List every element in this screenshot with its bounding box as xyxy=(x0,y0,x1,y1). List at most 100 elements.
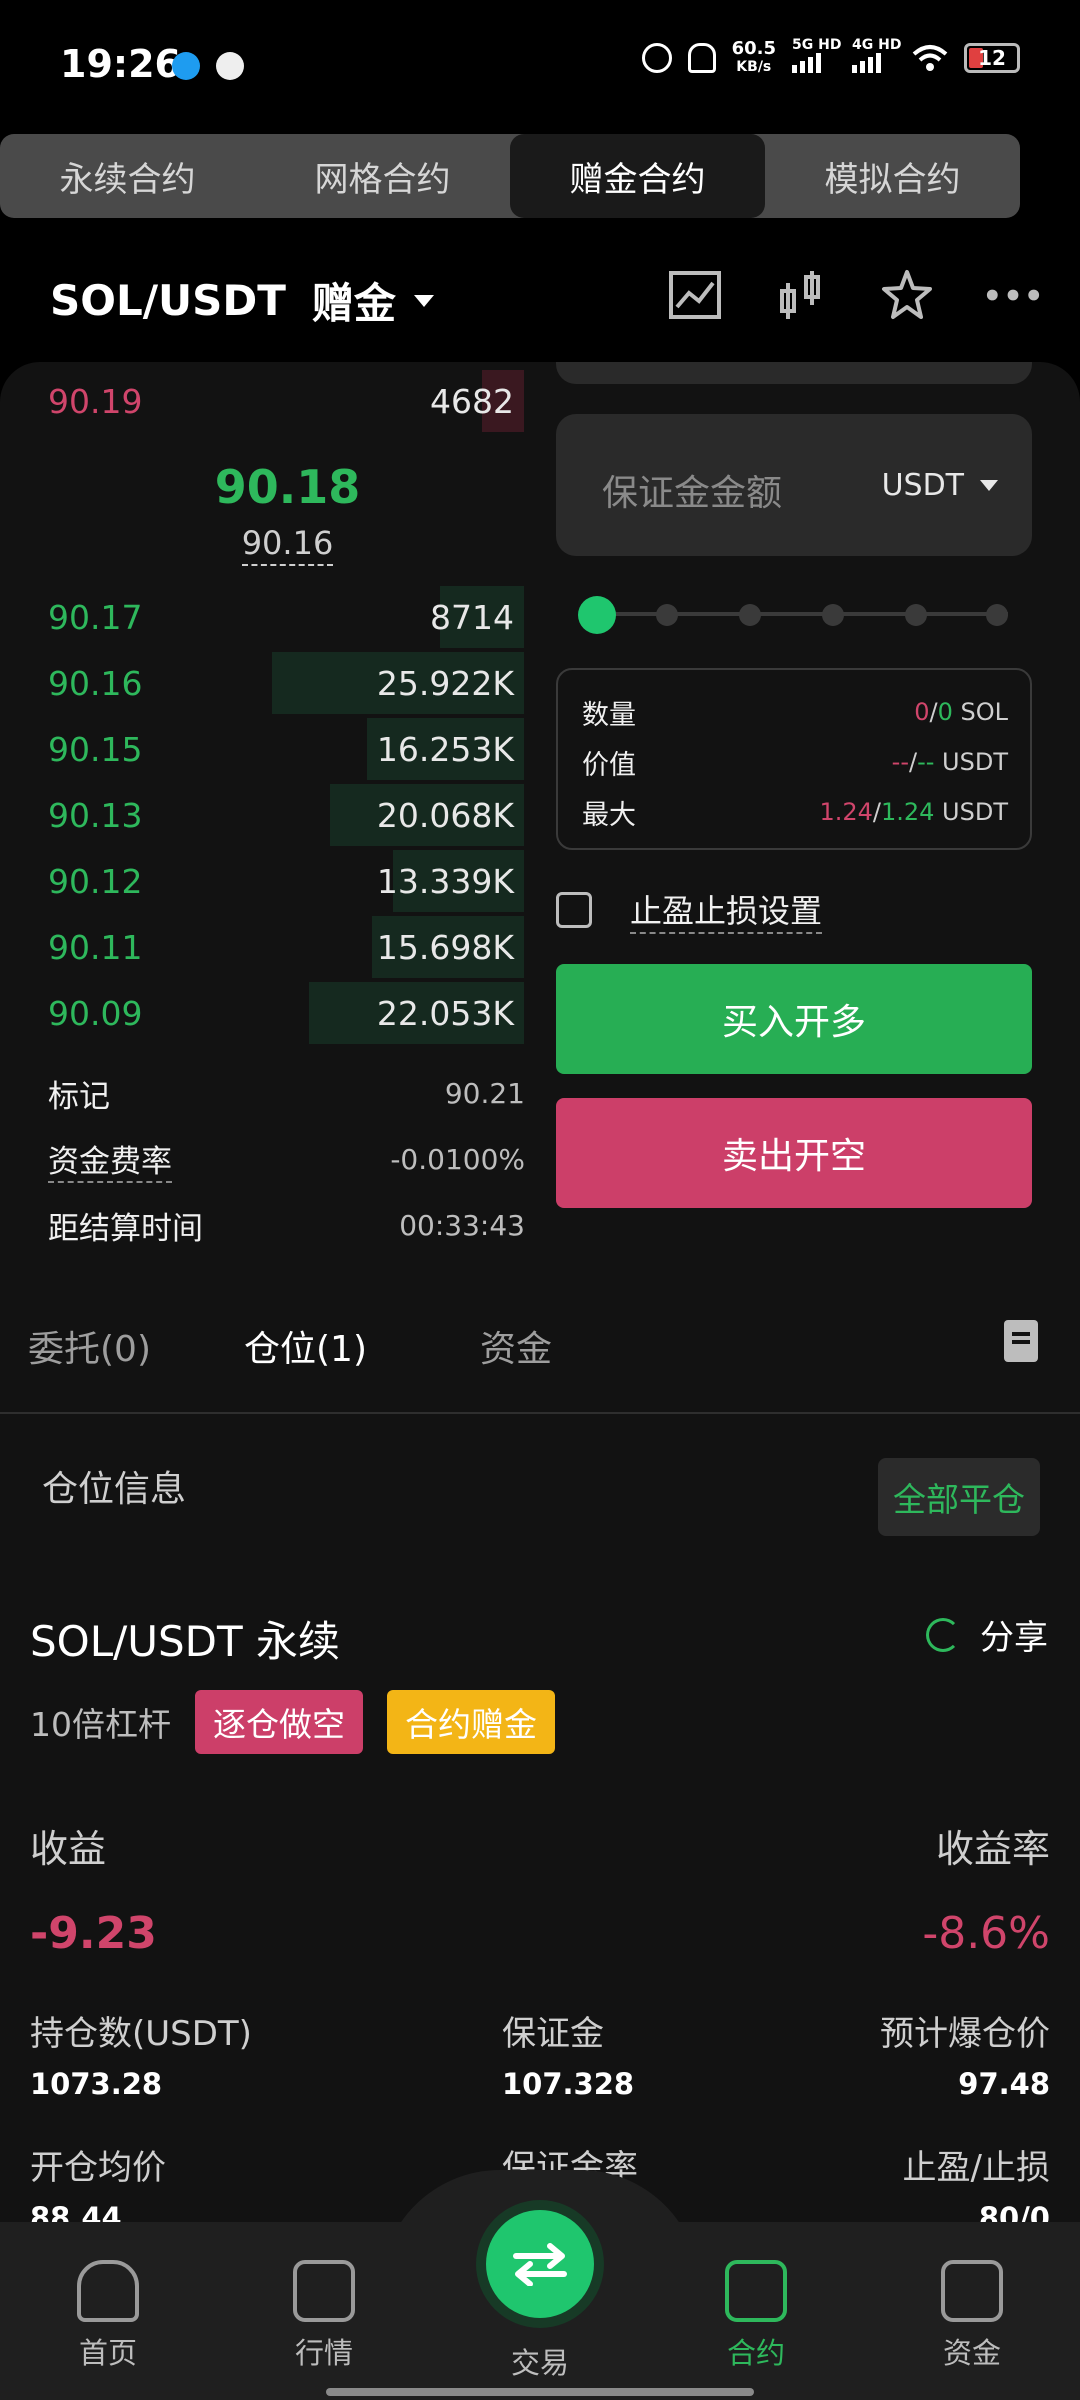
close-all-button[interactable]: 全部平仓 xyxy=(878,1458,1040,1536)
pair-selector[interactable]: SOL/USDT 赠金 xyxy=(50,270,434,331)
pair-header: SOL/USDT 赠金 xyxy=(0,250,1080,350)
status-bar: 19:26 60.5 KB/s 5G HD 4G HD 12 xyxy=(0,0,1080,130)
ask-row[interactable]: 90.19 4682 xyxy=(0,370,530,432)
tab-assets[interactable]: 资金 xyxy=(480,1320,552,1372)
max-value: 1.24/1.24 USDT xyxy=(819,798,1008,826)
position-card: 仓位信息 全部平仓 SOL/USDT 永续 分享 10倍杠杆 逐仓做空 合约赠金… xyxy=(0,1414,1080,2235)
nav-trade-label: 交易 xyxy=(510,2346,569,2380)
nav-market[interactable]: 行情 xyxy=(244,2260,404,2372)
share-icon xyxy=(926,1617,960,1652)
contract-type-tabs: 永续合约 网格合约 赠金合约 模拟合约 xyxy=(0,134,1020,218)
bid-price: 90.11 xyxy=(48,928,143,967)
tpsl-toggle[interactable]: 止盈止损设置 xyxy=(556,890,823,934)
status-time: 19:26 xyxy=(60,42,181,86)
star-icon[interactable] xyxy=(880,268,934,322)
nav-contract[interactable]: 合约 xyxy=(676,2260,836,2372)
tpsl-checkbox[interactable] xyxy=(556,892,592,928)
bid-row[interactable]: 90.09 22.053K xyxy=(0,982,530,1044)
price-input-remnant[interactable] xyxy=(556,362,1032,384)
contract-icon xyxy=(725,2260,787,2322)
bid-qty: 15.698K xyxy=(376,928,514,967)
funding-rate-label[interactable]: 资金费率 xyxy=(48,1136,172,1183)
tab-simulated[interactable]: 模拟合约 xyxy=(765,134,1020,218)
battery-icon: 12 xyxy=(964,43,1020,73)
mute-icon xyxy=(687,43,716,73)
mark-price[interactable]: 90.16 xyxy=(241,524,334,566)
qty-label: 数量 xyxy=(582,699,636,731)
settle-time-label: 距结算时间 xyxy=(48,1210,203,1247)
roe-label: 收益率 xyxy=(935,1827,1050,1871)
margin-amount-input[interactable]: 保证金金额 USDT xyxy=(556,414,1032,556)
wechat-icon xyxy=(216,52,244,80)
buy-long-button[interactable]: 买入开多 xyxy=(556,964,1032,1074)
bid-row[interactable]: 90.17 8714 xyxy=(0,586,530,648)
mark-info-row: 标记 90.21 xyxy=(48,1068,525,1118)
share-button[interactable]: 分享 xyxy=(926,1610,1048,1659)
pair-mode: 赠金 xyxy=(311,279,396,328)
unit-selector[interactable]: USDT xyxy=(882,468,998,503)
signal-4g-icon: 4G HD xyxy=(852,37,901,73)
ask-price: 90.19 xyxy=(48,382,143,421)
candlestick-icon[interactable] xyxy=(774,268,828,322)
tpsl-label[interactable]: 止盈止损设置 xyxy=(630,886,823,934)
signal-5g-icon: 5G HD xyxy=(792,37,841,73)
bid-qty: 20.068K xyxy=(376,796,514,835)
bid-row[interactable]: 90.13 20.068K xyxy=(0,784,530,846)
mid-price: 90.18 90.16 xyxy=(0,460,575,566)
home-icon xyxy=(77,2260,139,2322)
home-indicator[interactable] xyxy=(326,2388,754,2396)
wallet-icon xyxy=(941,2260,1003,2322)
order-summary: 数量 0/0 SOL 价值 --/-- USDT 最大 1.24/1.24 US… xyxy=(556,668,1032,850)
entry-price-stat: 开仓均价 88.44 xyxy=(30,2148,166,2235)
mark-label: 标记 xyxy=(48,1078,110,1115)
position-tags: 10倍杠杆 逐仓做空 合约赠金 xyxy=(30,1690,555,1754)
funding-info-row: 资金费率 -0.0100% xyxy=(48,1134,525,1184)
bid-qty: 25.922K xyxy=(376,664,514,703)
last-price: 90.18 xyxy=(214,460,361,514)
pnl-value: -9.23 xyxy=(30,1908,157,1959)
bid-row[interactable]: 90.15 16.253K xyxy=(0,718,530,780)
bid-row[interactable]: 90.16 25.922K xyxy=(0,652,530,714)
value-value: --/-- USDT xyxy=(891,748,1008,776)
document-icon[interactable] xyxy=(1004,1320,1038,1362)
bid-row[interactable]: 90.11 15.698K xyxy=(0,916,530,978)
nav-trade[interactable] xyxy=(486,2210,594,2318)
tpsl-stat: 止盈/止损 80/0 xyxy=(902,2148,1050,2235)
margin-stat: 保证金 107.328 xyxy=(502,2014,635,2101)
more-icon[interactable] xyxy=(986,268,1040,322)
settle-time-value: 00:33:43 xyxy=(399,1208,525,1242)
roe-value: -8.6% xyxy=(922,1908,1050,1959)
nav-wallet[interactable]: 资金 xyxy=(892,2260,1052,2372)
position-tabs: 委托(0) 仓位(1) 资金 xyxy=(0,1262,1080,1414)
caret-down-icon xyxy=(980,480,998,491)
bid-qty: 8714 xyxy=(430,598,514,637)
nav-home[interactable]: 首页 xyxy=(28,2260,188,2372)
wifi-icon xyxy=(912,45,948,71)
amount-slider[interactable] xyxy=(578,596,1008,634)
settle-info-row: 距结算时间 00:33:43 xyxy=(48,1200,525,1250)
bid-qty: 16.253K xyxy=(376,730,514,769)
bid-qty: 22.053K xyxy=(376,994,514,1033)
qty-value: 0/0 SOL xyxy=(914,698,1008,726)
sell-short-button[interactable]: 卖出开空 xyxy=(556,1098,1032,1208)
tab-positions[interactable]: 仓位(1) xyxy=(244,1320,367,1372)
bid-price: 90.09 xyxy=(48,994,143,1033)
bid-price: 90.16 xyxy=(48,664,143,703)
market-icon xyxy=(293,2260,355,2322)
funding-rate-value: -0.0100% xyxy=(390,1142,525,1176)
mark-value: 90.21 xyxy=(444,1076,525,1110)
chart-icon[interactable] xyxy=(668,268,722,322)
bid-row[interactable]: 90.12 13.339K xyxy=(0,850,530,912)
tab-perpetual[interactable]: 永续合约 xyxy=(0,134,255,218)
position-title: SOL/USDT 永续 xyxy=(30,1617,341,1666)
bid-price: 90.15 xyxy=(48,730,143,769)
leverage-label: 10倍杠杆 xyxy=(30,1705,171,1744)
tab-grid[interactable]: 网格合约 xyxy=(255,134,510,218)
slider-knob[interactable] xyxy=(578,596,616,634)
tab-orders[interactable]: 委托(0) xyxy=(28,1320,151,1372)
tab-bonus[interactable]: 赠金合约 xyxy=(510,134,765,218)
net-speed: 60.5 KB/s xyxy=(731,38,776,76)
margin-placeholder: 保证金金额 xyxy=(602,473,783,514)
alarm-icon xyxy=(641,43,672,73)
pnl-label: 收益 xyxy=(30,1827,107,1871)
